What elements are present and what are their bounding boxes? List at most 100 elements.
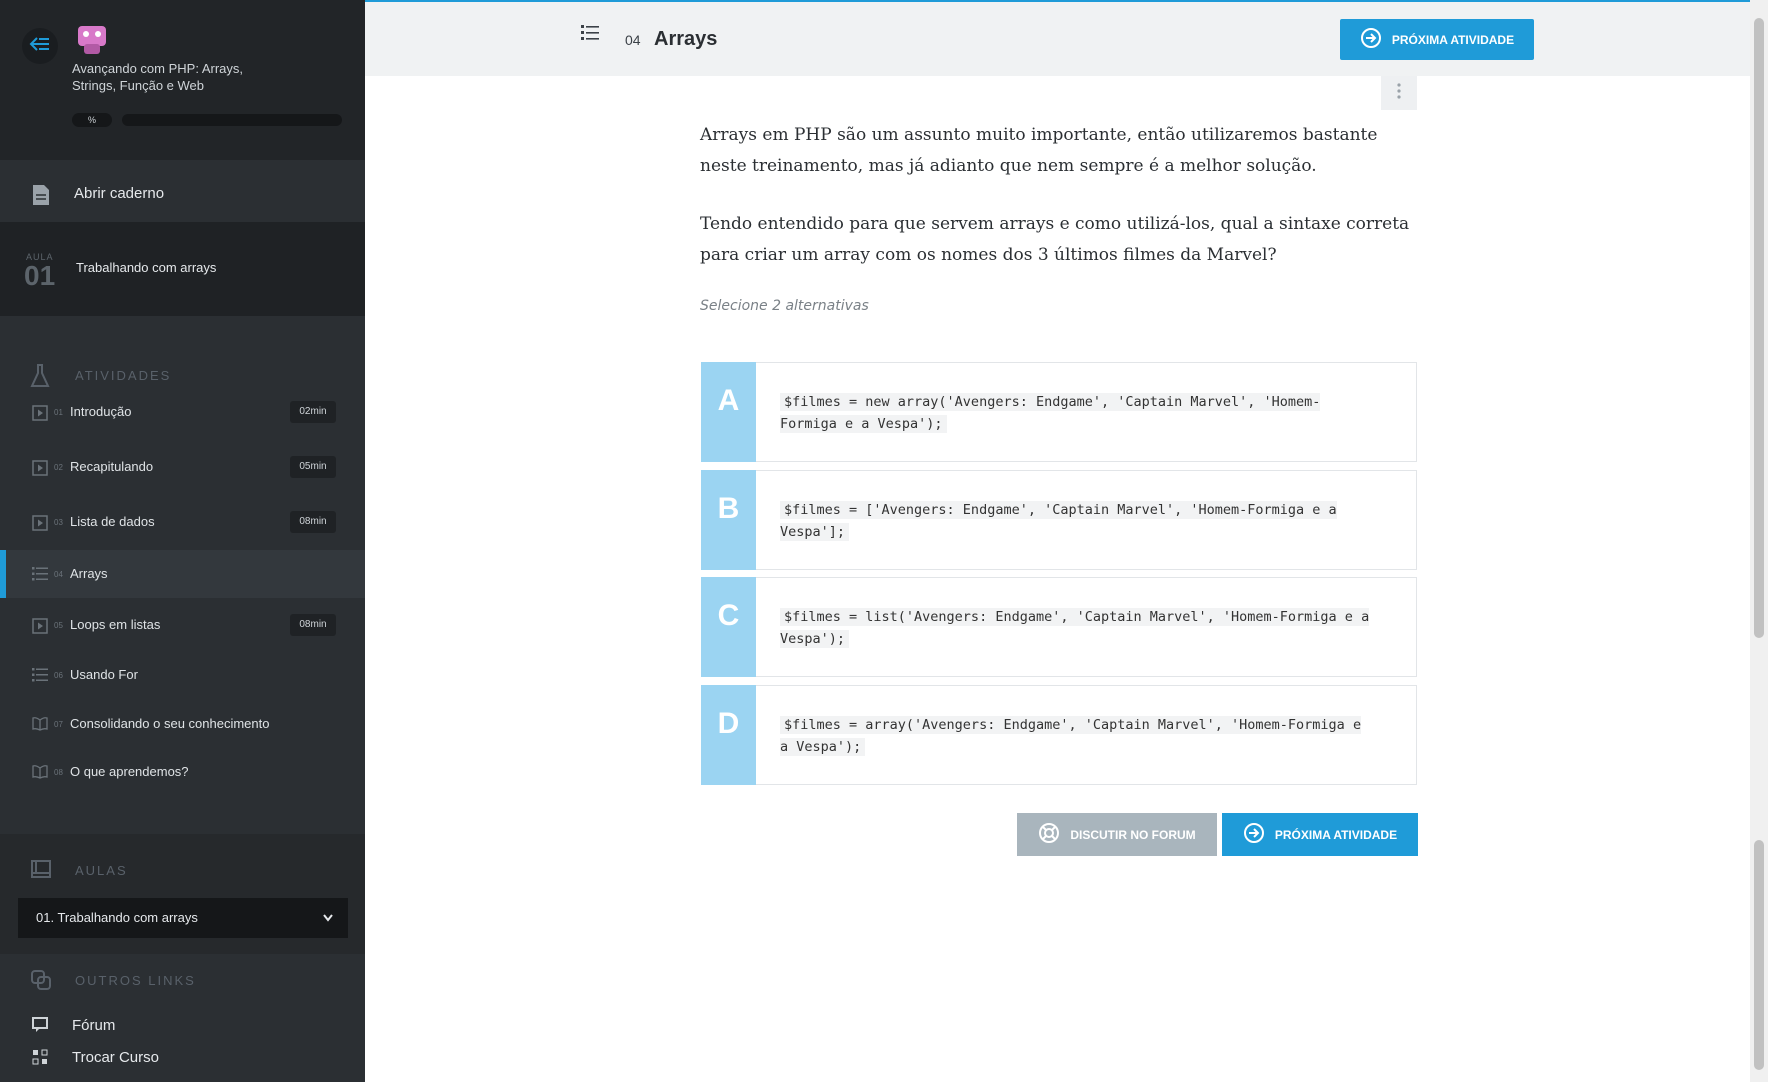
alternative-code-text: $filmes = ['Avengers: Endgame', 'Captain… [780, 501, 1337, 541]
open-notebook-label: Abrir caderno [74, 185, 165, 202]
play-icon [32, 405, 48, 426]
activity-label: Arrays [70, 566, 108, 581]
lesson-select-value: 01. Trabalhando com arrays [36, 910, 198, 925]
lesson-select[interactable]: 01. Trabalhando com arrays [18, 898, 348, 938]
selection-hint: Selecione 2 alternativas [700, 298, 869, 314]
alternative-code-text: $filmes = list('Avengers: Endgame', 'Cap… [780, 608, 1370, 648]
open-notebook-link[interactable]: Abrir caderno [0, 170, 365, 218]
activity-duration: 05min [290, 456, 336, 478]
chevron-down-icon [322, 898, 334, 954]
play-icon [32, 515, 48, 536]
alternative-option[interactable]: D $filmes = array('Avengers: Endgame', 'C… [701, 685, 1417, 785]
lesson-number: 01 [24, 260, 56, 291]
list-icon [32, 668, 48, 687]
activity-label: Usando For [70, 667, 138, 682]
links-icon [30, 969, 52, 996]
forum-link[interactable]: Fórum [0, 1010, 365, 1040]
alternative-letter: D [701, 685, 756, 785]
alternative-code: $filmes = new array('Avengers: Endgame',… [780, 391, 1370, 435]
alternative-option[interactable]: A $filmes = new array('Avengers: Endgame'… [701, 362, 1417, 462]
more-options-button[interactable] [1381, 76, 1417, 110]
question-paragraph-2: Tendo entendido para que servem arrays e… [700, 214, 1410, 265]
arrow-circle-icon [1243, 822, 1265, 847]
lesson-title: Trabalhando com arrays [76, 260, 217, 275]
alternative-code: $filmes = list('Avengers: Endgame', 'Cap… [780, 606, 1370, 650]
list-icon [32, 567, 48, 586]
alternative-letter: B [701, 470, 756, 570]
back-button[interactable] [22, 28, 58, 64]
next-activity-label-top: PRÓXIMA ATIVIDADE [1391, 32, 1515, 47]
book-icon [32, 765, 48, 784]
app: Avançando com PHP: Arrays, Strings, Funç… [0, 0, 1768, 1082]
page-title: Arrays [654, 28, 718, 50]
next-activity-button[interactable]: PRÓXIMA ATIVIDADE [1222, 813, 1418, 856]
question-content: Arrays em PHP são um assunto muito impor… [700, 120, 1420, 314]
activity-label: Loops em listas [70, 617, 161, 632]
current-lesson: AULA 01 Trabalhando com arrays [0, 222, 365, 316]
lessons-icon [30, 859, 52, 884]
next-activity-label: PRÓXIMA ATIVIDADE [1274, 827, 1398, 842]
lifebuoy-icon [1038, 822, 1060, 847]
activity-index: 02 [54, 463, 63, 472]
lessons-header-label: AULAS [75, 863, 128, 878]
scrollbar-thumb-lower[interactable] [1754, 840, 1764, 1070]
activity-duration: 08min [290, 511, 336, 533]
lessons-header: AULAS [0, 855, 365, 885]
alternative-code: $filmes = ['Avengers: Endgame', 'Captain… [780, 499, 1370, 543]
activity-item[interactable]: 06 Usando For [0, 651, 365, 699]
alternative-option[interactable]: B $filmes = ['Avengers: Endgame', 'Captai… [701, 470, 1417, 570]
list-menu-icon[interactable] [581, 24, 599, 45]
document-icon [32, 184, 50, 211]
activity-index: 01 [54, 408, 63, 417]
other-links-label: OUTROS LINKS [75, 973, 196, 988]
chat-icon [32, 1017, 50, 1038]
scrollbar[interactable] [1750, 0, 1768, 1082]
activity-duration: 08min [290, 614, 336, 636]
activity-label: O que aprendemos? [70, 764, 189, 779]
sidebar-header: Avançando com PHP: Arrays, Strings, Funç… [0, 0, 365, 160]
forum-link-label: Fórum [72, 1017, 116, 1034]
activity-item[interactable]: 01 Introdução 02min [0, 388, 365, 436]
alternative-code: $filmes = array('Avengers: Endgame', 'Ca… [780, 714, 1370, 758]
alternative-code-text: $filmes = new array('Avengers: Endgame',… [780, 393, 1321, 433]
activity-item[interactable]: 03 Lista de dados 08min [0, 498, 365, 546]
course-title: Avançando com PHP: Arrays, Strings, Funç… [72, 61, 244, 93]
activity-item[interactable]: 04 Arrays [0, 550, 365, 598]
activity-index: 06 [54, 671, 63, 680]
play-icon [32, 618, 48, 639]
activities-header-label: ATIVIDADES [75, 368, 172, 383]
activities-header: ATIVIDADES [0, 360, 365, 390]
activity-index: 03 [54, 518, 63, 527]
activity-item[interactable]: 02 Recapitulando 05min [0, 443, 365, 491]
activity-label: Introdução [70, 404, 132, 419]
arrow-left-icon [29, 36, 51, 57]
activity-duration: 02min [290, 401, 336, 423]
next-activity-button-top[interactable]: PRÓXIMA ATIVIDADE [1340, 19, 1534, 60]
play-icon [32, 460, 48, 481]
question-paragraph-1: Arrays em PHP são um assunto muito impor… [700, 125, 1378, 176]
discuss-forum-label: DISCUTIR NO FORUM [1070, 827, 1196, 842]
scrollbar-thumb[interactable] [1754, 18, 1764, 638]
other-links-header: OUTROS LINKS [0, 965, 365, 995]
activity-index: 07 [54, 720, 63, 729]
switch-icon [32, 1049, 48, 1070]
activity-number: 04 [625, 32, 641, 48]
activity-item[interactable]: 05 Loops em listas 08min [0, 601, 365, 649]
activity-item[interactable]: 08 O que aprendemos? [0, 748, 365, 796]
activity-index: 08 [54, 768, 63, 777]
activity-item[interactable]: 07 Consolidando o seu conhecimento [0, 700, 365, 748]
discuss-forum-button[interactable]: DISCUTIR NO FORUM [1017, 813, 1217, 856]
progress-percent: % [72, 113, 112, 127]
arrow-circle-icon [1360, 27, 1382, 52]
alternative-letter: C [701, 577, 756, 677]
progress-bar [122, 114, 342, 126]
alternative-code-text: $filmes = array('Avengers: Endgame', 'Ca… [780, 716, 1362, 756]
activity-label: Lista de dados [70, 514, 155, 529]
kebab-icon [1397, 82, 1401, 104]
alternative-option[interactable]: C $filmes = list('Avengers: Endgame', 'Ca… [701, 577, 1417, 677]
activity-index: 04 [54, 570, 63, 579]
course-logo [72, 20, 112, 60]
switch-course-label: Trocar Curso [72, 1049, 159, 1066]
switch-course-link[interactable]: Trocar Curso [0, 1042, 365, 1072]
top-bar: 04 Arrays PRÓXIMA ATIVIDADE [365, 0, 1750, 76]
